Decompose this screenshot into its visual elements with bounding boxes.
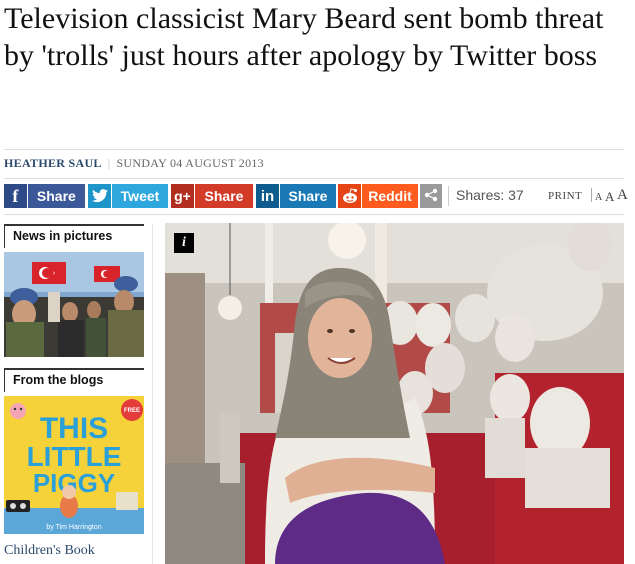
- share-more-icon: [424, 188, 438, 205]
- print-link[interactable]: PRINT: [548, 190, 582, 202]
- font-size-large-button[interactable]: A: [617, 187, 628, 204]
- reddit-share-button[interactable]: Reddit: [338, 184, 418, 208]
- publish-date: SUNDAY 04 AUGUST 2013: [116, 156, 264, 170]
- divider: [4, 214, 624, 215]
- facebook-share-label: Share: [27, 184, 85, 208]
- blog-book-cover-image[interactable]: THIS LITTLE PIGGY FREE by Tim Harrington: [4, 396, 144, 534]
- googleplus-share-label: Share: [195, 184, 253, 208]
- font-size-medium-button[interactable]: A: [605, 189, 614, 205]
- facebook-share-button[interactable]: f Share: [4, 184, 85, 208]
- author-link[interactable]: HEATHER SAUL: [4, 156, 102, 170]
- facebook-icon: f: [4, 184, 27, 208]
- share-more-button[interactable]: [420, 184, 442, 208]
- divider: [4, 149, 624, 150]
- reddit-share-label: Reddit: [362, 184, 418, 208]
- news-in-pictures-image[interactable]: [4, 252, 144, 357]
- linkedin-icon: in: [256, 184, 279, 208]
- reddit-alien-icon: [338, 184, 361, 208]
- googleplus-icon: g+: [171, 184, 194, 208]
- twitter-tweet-button[interactable]: Tweet: [88, 184, 168, 208]
- divider: [4, 178, 624, 179]
- twitter-bird-icon: [88, 184, 111, 208]
- twitter-tweet-label: Tweet: [112, 184, 168, 208]
- googleplus-share-button[interactable]: g+ Share: [171, 184, 253, 208]
- article-main-image[interactable]: [165, 223, 624, 564]
- byline: HEATHER SAUL | SUNDAY 04 AUGUST 2013: [4, 156, 264, 171]
- shares-divider: [448, 186, 449, 206]
- sidebar-divider: [152, 224, 153, 564]
- image-info-icon[interactable]: i: [174, 233, 194, 253]
- news-in-pictures-title[interactable]: News in pictures: [4, 226, 144, 248]
- share-bar: f Share Tweet g+ Share in Share Reddit S…: [4, 184, 630, 208]
- from-the-blogs-widget: From the blogs: [4, 368, 144, 392]
- font-size-small-button[interactable]: A: [595, 192, 602, 203]
- blog-post-link[interactable]: Children's Book: [4, 543, 95, 559]
- book-author: by Tim Harrington: [46, 524, 101, 531]
- print-divider: [591, 188, 592, 202]
- article-headline: Television classicist Mary Beard sent bo…: [4, 2, 604, 72]
- free-badge: FREE: [124, 408, 140, 414]
- news-in-pictures-widget: News in pictures: [4, 224, 144, 248]
- linkedin-share-button[interactable]: in Share: [256, 184, 336, 208]
- from-the-blogs-title[interactable]: From the blogs: [4, 370, 144, 392]
- linkedin-share-label: Share: [280, 184, 336, 208]
- share-count: Shares: 37: [456, 187, 524, 203]
- byline-separator: |: [107, 156, 111, 170]
